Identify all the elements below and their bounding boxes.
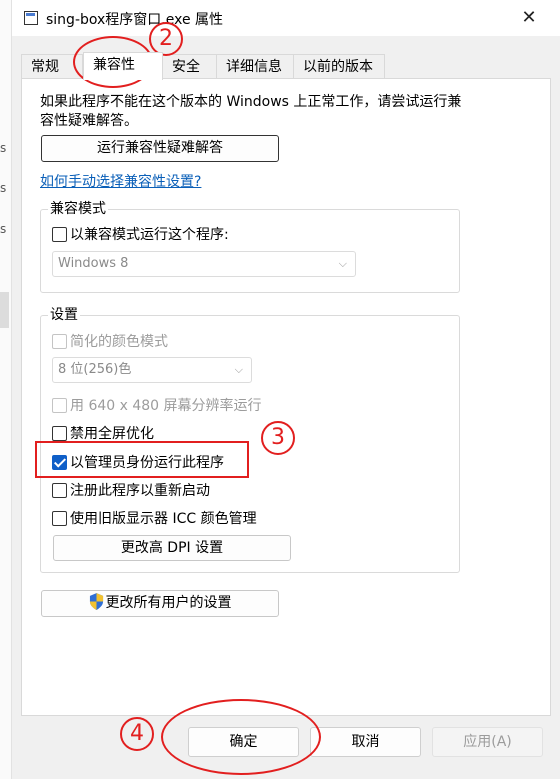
legacy-icc-checkbox[interactable] (52, 510, 67, 526)
manual-settings-link[interactable]: 如何手动选择兼容性设置? (40, 171, 201, 191)
chevron-down-icon: ⌵ (234, 363, 243, 376)
run-as-admin-row[interactable]: 以管理员身份运行此程序 (52, 452, 224, 472)
color-depth-value: 8 位(256)色 (58, 362, 132, 377)
register-restart-label: 注册此程序以重新启动 (70, 483, 210, 499)
register-restart-row[interactable]: 注册此程序以重新启动 (52, 480, 210, 500)
compat-mode-legend: 兼容模式 (48, 200, 108, 218)
disable-fullscreen-checkbox[interactable] (52, 425, 67, 441)
cancel-button[interactable]: 取消 (310, 727, 421, 757)
disable-fullscreen-label: 禁用全屏优化 (70, 426, 154, 442)
tab-security[interactable]: 安全 (162, 54, 217, 79)
reduced-color-row[interactable]: 简化的颜色模式 (52, 331, 168, 351)
settings-legend: 设置 (48, 306, 80, 324)
app-window-icon (24, 11, 38, 25)
run-640-label: 用 640 x 480 屏幕分辨率运行 (70, 398, 262, 414)
background-scroll-thumb (0, 292, 9, 328)
tab-compatibility[interactable]: 兼容性 (83, 52, 163, 80)
high-dpi-button[interactable]: 更改高 DPI 设置 (53, 535, 291, 561)
properties-dialog: sing-box程序窗口.exe 属性 ✕ 常规 兼容性 安全 详细信息 以前的… (12, 0, 560, 779)
tab-details[interactable]: 详细信息 (216, 54, 294, 79)
compat-os-select-value: Windows 8 (58, 256, 129, 271)
background-text: s (0, 222, 7, 236)
background-window-strip: s s s (0, 0, 12, 779)
legacy-icc-row[interactable]: 使用旧版显示器 ICC 颜色管理 (52, 508, 257, 528)
tab-strip: 常规 兼容性 安全 详细信息 以前的版本 (21, 52, 551, 80)
run-640-row[interactable]: 用 640 x 480 屏幕分辨率运行 (52, 395, 262, 415)
apply-button[interactable]: 应用(A) (432, 727, 543, 757)
tab-general[interactable]: 常规 (21, 54, 83, 79)
background-text: s (0, 141, 7, 155)
tab-previous-versions[interactable]: 以前的版本 (293, 54, 385, 79)
run-troubleshooter-button[interactable]: 运行兼容性疑难解答 (41, 135, 279, 162)
run-640-checkbox[interactable] (52, 397, 67, 413)
all-users-button[interactable]: 更改所有用户的设置 (41, 590, 279, 617)
settings-group: 设置 简化的颜色模式 8 位(256)色 ⌵ 用 640 x 480 屏幕分辨率… (40, 306, 460, 573)
window-title: sing-box程序窗口.exe 属性 (46, 12, 224, 28)
disable-fullscreen-row[interactable]: 禁用全屏优化 (52, 423, 154, 443)
chevron-down-icon: ⌵ (338, 257, 347, 270)
run-as-admin-label: 以管理员身份运行此程序 (70, 455, 224, 471)
compat-os-select[interactable]: Windows 8 ⌵ (52, 251, 356, 277)
compat-mode-group: 兼容模式 以兼容模式运行这个程序: Windows 8 ⌵ (40, 200, 460, 293)
compat-mode-checkbox-row[interactable]: 以兼容模式运行这个程序: (52, 224, 229, 244)
compat-mode-label: 以兼容模式运行这个程序: (70, 227, 229, 243)
compatibility-panel: 如果此程序不能在这个版本的 Windows 上正常工作，请尝试运行兼容性疑难解答… (21, 78, 551, 716)
background-text: s (0, 181, 7, 195)
all-users-label: 更改所有用户的设置 (105, 595, 232, 611)
annotation-number-4: 4 (120, 717, 154, 751)
title-bar[interactable]: sing-box程序窗口.exe 属性 ✕ (12, 0, 560, 36)
compat-mode-checkbox[interactable] (52, 226, 67, 242)
reduced-color-checkbox[interactable] (52, 333, 67, 349)
ok-button[interactable]: 确定 (188, 727, 299, 757)
intro-text: 如果此程序不能在这个版本的 Windows 上正常工作，请尝试运行兼容性疑难解答… (40, 94, 462, 129)
register-restart-checkbox[interactable] (52, 482, 67, 498)
legacy-icc-label: 使用旧版显示器 ICC 颜色管理 (70, 511, 257, 527)
uac-shield-icon (89, 593, 103, 610)
run-as-admin-checkbox[interactable] (52, 454, 67, 470)
close-button[interactable]: ✕ (516, 4, 542, 32)
reduced-color-label: 简化的颜色模式 (70, 334, 168, 350)
color-depth-select[interactable]: 8 位(256)色 ⌵ (52, 357, 252, 383)
